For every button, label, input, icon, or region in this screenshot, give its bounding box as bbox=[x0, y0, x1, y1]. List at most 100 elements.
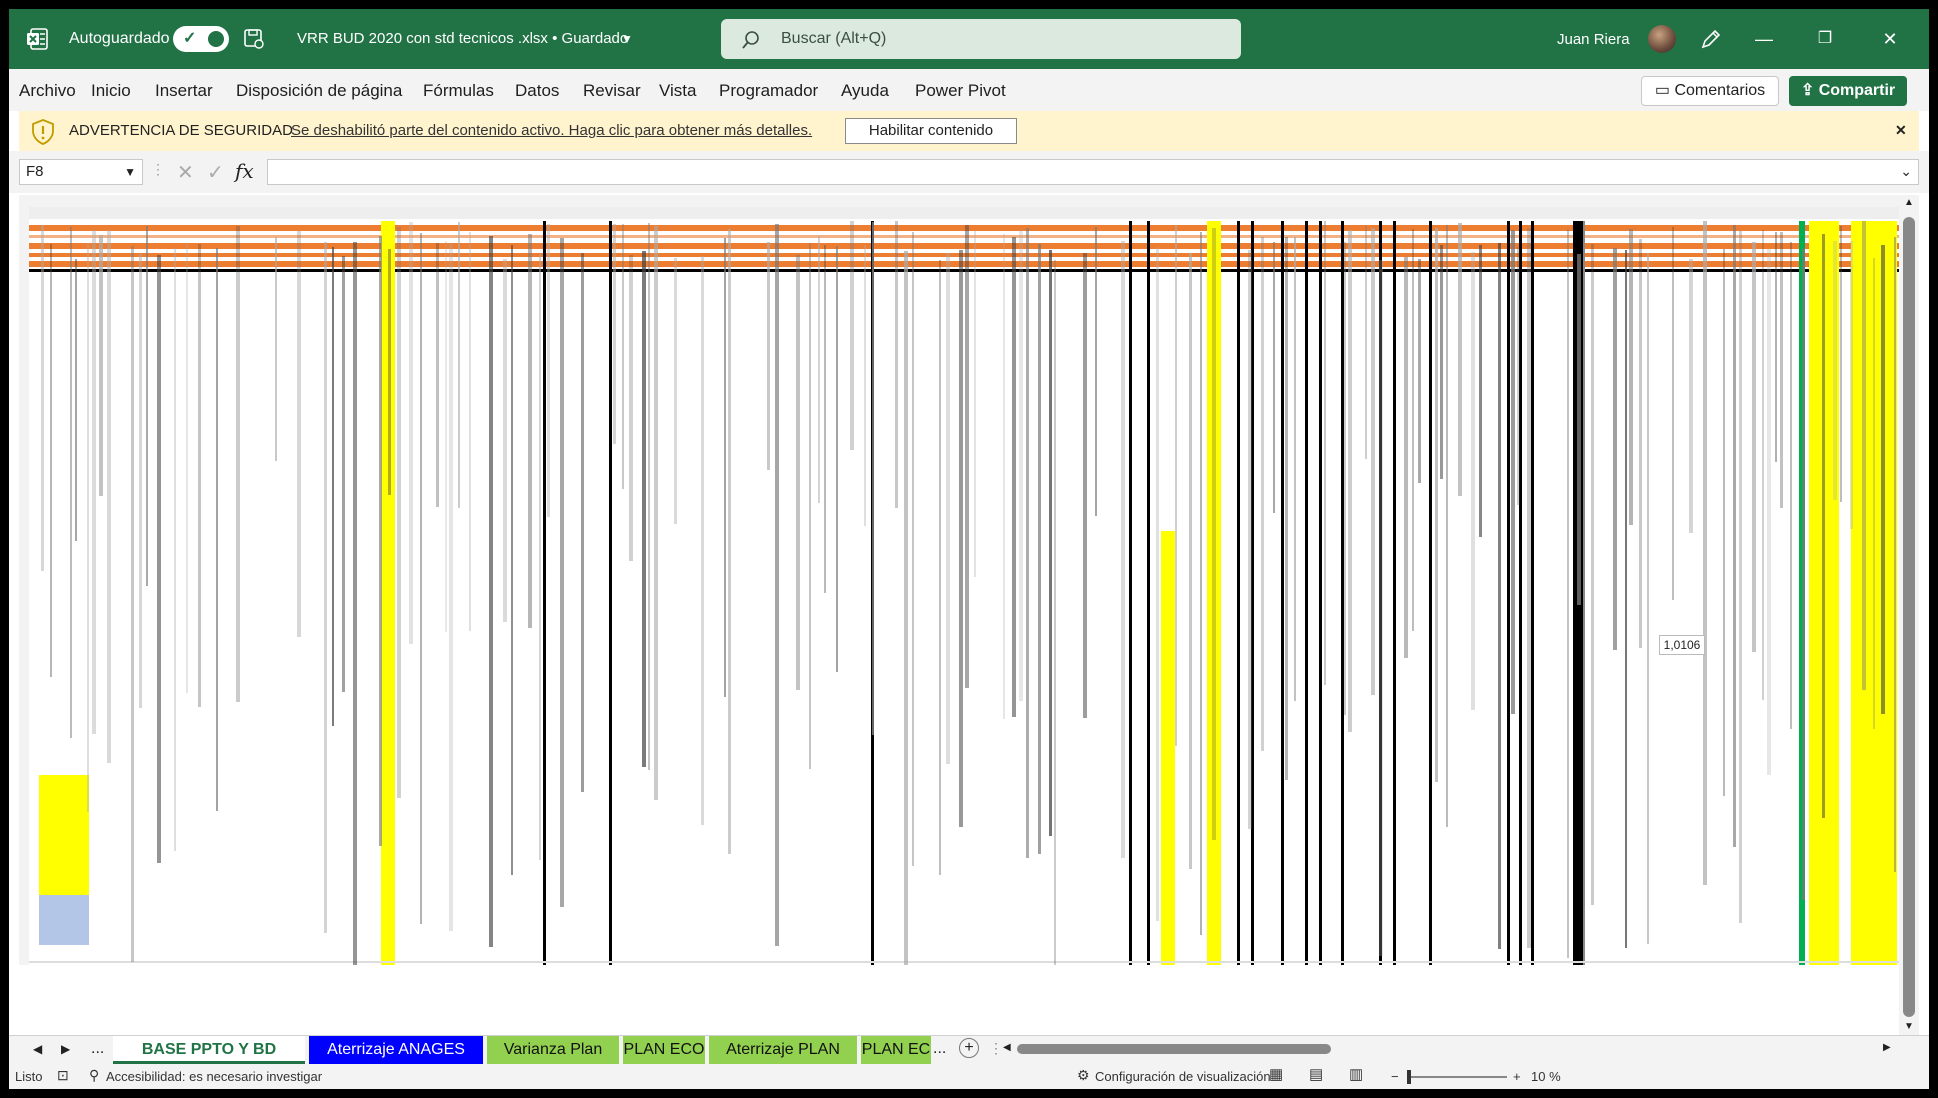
cell-column-texture bbox=[469, 232, 471, 631]
cell-column-texture bbox=[1739, 231, 1742, 923]
tab-aterrizaje-anages[interactable]: Aterrizaje ANAGES 2018 bbox=[309, 1036, 483, 1086]
menu-revisar[interactable]: Revisar bbox=[583, 81, 641, 101]
cell-column-texture bbox=[420, 233, 422, 924]
menu-vista[interactable]: Vista bbox=[659, 81, 697, 101]
display-settings[interactable]: Configuración de visualización bbox=[1095, 1070, 1271, 1084]
vertical-scroll-thumb[interactable] bbox=[1903, 217, 1915, 1017]
next-sheet-icon[interactable]: ▶ bbox=[61, 1042, 70, 1056]
cell-column-texture bbox=[1689, 259, 1693, 533]
cell-column-texture bbox=[539, 254, 541, 860]
accessibility-icon[interactable]: ⚲ bbox=[89, 1068, 99, 1082]
scroll-up-icon[interactable]: ▲ bbox=[1904, 197, 1914, 208]
zoom-out-icon[interactable]: − bbox=[1391, 1070, 1399, 1084]
enable-content-button[interactable]: Habilitar contenido bbox=[845, 118, 1017, 144]
display-settings-icon[interactable]: ⚙ bbox=[1077, 1068, 1090, 1082]
cell-column-texture bbox=[397, 227, 401, 798]
prev-sheet-icon[interactable]: ◀ bbox=[33, 1042, 42, 1056]
more-sheets-left[interactable]: ... bbox=[91, 1040, 104, 1058]
pen-icon[interactable] bbox=[1699, 27, 1723, 51]
cell-column-texture bbox=[724, 238, 726, 697]
more-options-icon[interactable]: ⋮ bbox=[151, 161, 165, 178]
cell-column-texture bbox=[75, 259, 77, 541]
tab-aterrizaje-plan-eco[interactable]: Aterrizaje PLAN ECO bbox=[709, 1036, 857, 1086]
zoom-in-icon[interactable]: + bbox=[1513, 1070, 1521, 1084]
restore-icon[interactable]: ❐ bbox=[1802, 23, 1848, 55]
cell-column-texture bbox=[1840, 226, 1842, 502]
cell-column-texture bbox=[1261, 237, 1264, 751]
cell-column-texture bbox=[836, 246, 838, 672]
add-sheet-icon[interactable]: + bbox=[959, 1038, 979, 1058]
menu-programador[interactable]: Programador bbox=[719, 81, 818, 101]
cell-column-texture bbox=[642, 251, 646, 767]
check-icon: ✓ bbox=[183, 30, 197, 47]
close-icon[interactable]: ✕ bbox=[1895, 121, 1907, 139]
cell-column-texture bbox=[904, 251, 908, 965]
autosave-toggle[interactable]: ✓ bbox=[173, 26, 229, 52]
page-break-icon[interactable]: ▥ bbox=[1349, 1067, 1363, 1082]
menu-disposicion[interactable]: Disposición de página bbox=[236, 81, 402, 101]
cell-column-texture bbox=[818, 236, 820, 503]
splitter-icon[interactable]: ⋮ bbox=[989, 1040, 1003, 1057]
scroll-right-icon[interactable]: ▶ bbox=[1883, 1042, 1891, 1053]
normal-view-icon[interactable]: ▦ bbox=[1269, 1067, 1283, 1082]
cell-column-texture bbox=[511, 245, 513, 875]
more-sheets-right[interactable]: ... bbox=[933, 1040, 946, 1058]
menu-power-pivot[interactable]: Power Pivot bbox=[915, 81, 1006, 101]
insert-function-icon[interactable]: fx bbox=[235, 159, 254, 183]
page-layout-icon[interactable]: ▤ bbox=[1309, 1067, 1323, 1082]
tab-plan-eco[interactable]: PLAN ECO bbox=[623, 1036, 705, 1064]
zoom-slider-thumb[interactable] bbox=[1407, 1070, 1411, 1084]
horizontal-scroll-thumb[interactable] bbox=[1017, 1044, 1331, 1054]
chevron-down-icon[interactable]: ▼ bbox=[621, 29, 633, 49]
macro-record-icon[interactable]: ⊡ bbox=[57, 1068, 69, 1082]
horizontal-scrollbar[interactable]: ◀ ▶ bbox=[1003, 1042, 1893, 1056]
chevron-down-icon[interactable]: ▼ bbox=[124, 160, 136, 184]
cell-column-texture bbox=[1049, 250, 1052, 836]
menu-ayuda[interactable]: Ayuda bbox=[841, 81, 889, 101]
cell-column-texture bbox=[216, 248, 218, 811]
minimize-icon[interactable]: — bbox=[1741, 23, 1787, 55]
vertical-scrollbar[interactable]: ▲ ▼ bbox=[1899, 195, 1919, 1035]
share-button[interactable]: ⇪ Compartir bbox=[1789, 76, 1907, 106]
cell-column-texture bbox=[41, 225, 44, 571]
cell-column-texture bbox=[1012, 237, 1016, 717]
menu-archivo[interactable]: Archivo bbox=[19, 81, 76, 101]
cell-column-texture bbox=[864, 245, 866, 526]
menu-formulas[interactable]: Fórmulas bbox=[423, 81, 494, 101]
zoom-level[interactable]: 10 % bbox=[1531, 1070, 1561, 1084]
menu-inicio[interactable]: Inicio bbox=[91, 81, 131, 101]
security-heading: ADVERTENCIA DE SEGURIDAD bbox=[69, 122, 293, 139]
comments-button[interactable]: ▭ Comentarios bbox=[1641, 76, 1779, 106]
user-name[interactable]: Juan Riera bbox=[1557, 30, 1630, 50]
grid-canvas[interactable] bbox=[19, 195, 1899, 1035]
worksheet-grid[interactable]: 1,0106 bbox=[19, 195, 1899, 1035]
zoom-slider[interactable] bbox=[1407, 1070, 1507, 1084]
close-icon[interactable]: ✕ bbox=[1867, 23, 1913, 55]
accessibility-status[interactable]: Accesibilidad: es necesario investigar bbox=[106, 1070, 322, 1084]
cell-column-texture bbox=[1780, 232, 1783, 508]
cancel-icon[interactable]: ✕ bbox=[177, 160, 194, 185]
tab-base-ppto[interactable]: BASE PPTO Y BD PRODUCTOS bbox=[113, 1036, 305, 1086]
expand-icon[interactable]: ⌄ bbox=[1900, 163, 1912, 180]
security-details-link[interactable]: Se deshabilitó parte del contenido activ… bbox=[291, 122, 812, 140]
menu-datos[interactable]: Datos bbox=[515, 81, 559, 101]
scroll-left-icon[interactable]: ◀ bbox=[1003, 1042, 1011, 1053]
file-title[interactable]: VRR BUD 2020 con std tecnicos .xlsx • Gu… bbox=[297, 29, 628, 49]
cell-column-texture bbox=[1365, 226, 1367, 459]
save-icon[interactable] bbox=[243, 28, 265, 50]
avatar[interactable] bbox=[1648, 25, 1676, 53]
name-box[interactable]: F8 ▼ bbox=[19, 159, 143, 185]
cell-column-texture bbox=[974, 231, 976, 577]
formula-input[interactable]: ⌄ bbox=[267, 159, 1919, 185]
cell-column-texture bbox=[353, 242, 357, 965]
tab-varianza-plan-eco[interactable]: Varianza Plan ECO bbox=[487, 1036, 619, 1086]
search-box[interactable]: Buscar (Alt+Q) bbox=[721, 19, 1241, 59]
cell-column-texture bbox=[528, 234, 532, 628]
cell-column-texture bbox=[1404, 257, 1408, 658]
cell-column-texture bbox=[1212, 228, 1216, 840]
enter-icon[interactable]: ✓ bbox=[207, 160, 224, 185]
cell-column-texture bbox=[1446, 225, 1448, 827]
tab-plan-ec[interactable]: PLAN EC bbox=[861, 1036, 931, 1064]
menu-insertar[interactable]: Insertar bbox=[155, 81, 213, 101]
scroll-down-icon[interactable]: ▼ bbox=[1904, 1021, 1914, 1032]
